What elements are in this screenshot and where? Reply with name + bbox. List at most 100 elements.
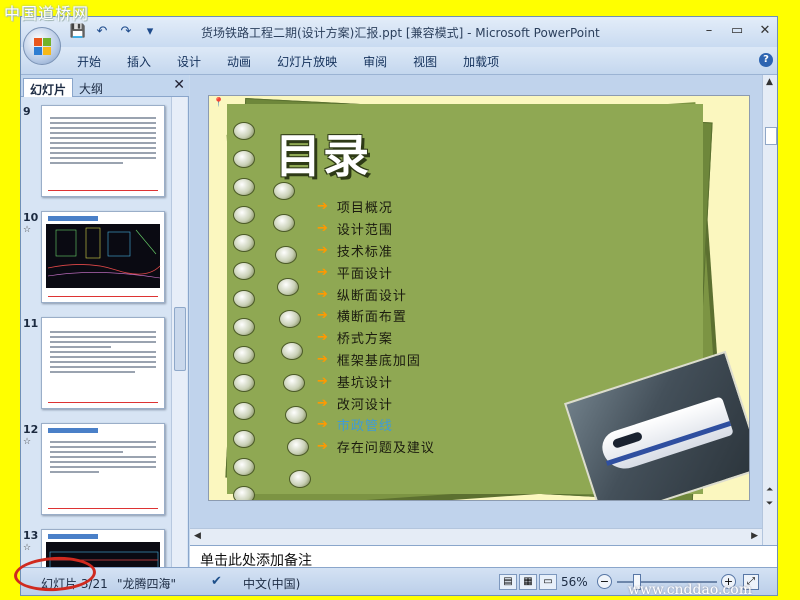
ring-icon bbox=[273, 214, 295, 232]
window-title: 货场铁路工程二期(设计方案)汇报.ppt [兼容模式] - Microsoft … bbox=[201, 26, 600, 40]
orange-arrow-icon: ➔ bbox=[317, 351, 329, 367]
current-slide[interactable]: 📍 目录 ➔ 项目概况 ➔ 设计范围 ➔ 技术标准 ➔ 平面设计 ➔ 纵断面设计… bbox=[208, 95, 750, 501]
toc-item[interactable]: ➔ 存在问题及建议 bbox=[317, 436, 435, 458]
toc-item[interactable]: ➔ 基坑设计 bbox=[317, 370, 435, 392]
toc-item-label: 横断面布置 bbox=[336, 310, 407, 326]
undo-icon[interactable]: ↶ bbox=[93, 24, 111, 40]
orange-arrow-icon: ➔ bbox=[317, 395, 329, 411]
tab-design[interactable]: 设计 bbox=[177, 53, 201, 70]
minimize-button[interactable]: – bbox=[695, 23, 723, 38]
toc-item[interactable]: ➔ 市政管线 bbox=[317, 414, 435, 436]
tab-insert[interactable]: 插入 bbox=[127, 53, 151, 70]
watermark-url: www.cnddao.com bbox=[627, 582, 752, 598]
ring-icon bbox=[277, 278, 299, 296]
toc-item[interactable]: ➔ 技术标准 bbox=[317, 240, 435, 262]
next-slide-icon[interactable]: ⏷ bbox=[766, 499, 773, 509]
toc-item[interactable]: ➔ 桥式方案 bbox=[317, 327, 435, 349]
tab-animations[interactable]: 动画 bbox=[227, 53, 251, 70]
close-button[interactable]: ✕ bbox=[751, 23, 777, 38]
spell-check-icon[interactable]: ✔ bbox=[211, 574, 222, 589]
pane-scroll-thumb[interactable] bbox=[174, 307, 186, 371]
orange-arrow-icon: ➔ bbox=[317, 330, 329, 346]
toc-item[interactable]: ➔ 框架基底加固 bbox=[317, 349, 435, 371]
orange-arrow-icon: ➔ bbox=[317, 417, 329, 433]
close-pane-icon[interactable]: ✕ bbox=[173, 77, 185, 93]
tab-review[interactable]: 审阅 bbox=[363, 53, 387, 70]
office-button[interactable] bbox=[23, 27, 61, 65]
office-logo-icon bbox=[34, 38, 52, 56]
ring-icon bbox=[233, 178, 255, 196]
ring-icon bbox=[275, 246, 297, 264]
ring-icon bbox=[287, 438, 309, 456]
toc-item-label: 市政管线 bbox=[336, 419, 393, 435]
toc-item[interactable]: ➔ 改河设计 bbox=[317, 392, 435, 414]
normal-view-icon[interactable]: ▤ bbox=[499, 574, 517, 590]
tab-slideshow[interactable]: 幻灯片放映 bbox=[277, 53, 337, 70]
orange-arrow-icon: ➔ bbox=[317, 308, 329, 324]
ring-icon bbox=[233, 234, 255, 252]
ring-icon bbox=[233, 150, 255, 168]
ring-icon bbox=[233, 430, 255, 448]
save-icon[interactable]: 💾 bbox=[69, 24, 87, 40]
pane-tab-bar: 幻灯片 大纲 ✕ bbox=[21, 75, 189, 97]
slide-thumbnail[interactable] bbox=[41, 211, 165, 303]
redo-icon[interactable]: ↷ bbox=[117, 24, 135, 40]
ring-icon bbox=[233, 262, 255, 280]
tab-addins[interactable]: 加载项 bbox=[463, 53, 499, 70]
customize-qat-icon[interactable]: ▾ bbox=[141, 24, 159, 40]
toc-item[interactable]: ➔ 横断面布置 bbox=[317, 305, 435, 327]
orange-arrow-icon: ➔ bbox=[317, 242, 329, 258]
slides-pane: 幻灯片 大纲 ✕ 9 10 ☆ 11 12 ☆ 13 ☆ bbox=[21, 75, 189, 595]
help-icon[interactable]: ? bbox=[759, 53, 773, 67]
slide-thumbnail[interactable] bbox=[41, 317, 165, 409]
notes-pane[interactable]: 单击此处添加备注 bbox=[190, 545, 777, 567]
tab-view[interactable]: 视图 bbox=[413, 53, 437, 70]
vertical-scroll-thumb[interactable] bbox=[765, 127, 777, 145]
slide-number: 10 bbox=[23, 211, 39, 224]
orange-arrow-icon: ➔ bbox=[317, 221, 329, 237]
scroll-up-icon[interactable]: ▲ bbox=[766, 77, 773, 87]
pane-scrollbar[interactable] bbox=[171, 97, 187, 567]
toc-item[interactable]: ➔ 项目概况 bbox=[317, 196, 435, 218]
orange-arrow-icon: ➔ bbox=[317, 199, 329, 215]
slide-sorter-icon[interactable]: ▦ bbox=[519, 574, 537, 590]
toc-item[interactable]: ➔ 平面设计 bbox=[317, 261, 435, 283]
toc-item[interactable]: ➔ 纵断面设计 bbox=[317, 283, 435, 305]
ring-icon bbox=[279, 310, 301, 328]
powerpoint-window: 💾 ↶ ↷ ▾ 货场铁路工程二期(设计方案)汇报.ppt [兼容模式] - Mi… bbox=[20, 16, 778, 596]
slideshow-icon[interactable]: ▭ bbox=[539, 574, 557, 590]
scroll-left-icon[interactable]: ◀ bbox=[194, 531, 201, 541]
prev-slide-icon[interactable]: ⏶ bbox=[766, 485, 773, 495]
quick-access-toolbar: 💾 ↶ ↷ ▾ bbox=[69, 24, 159, 40]
orange-arrow-icon: ➔ bbox=[317, 439, 329, 455]
toc-item-label: 桥式方案 bbox=[336, 332, 393, 348]
animation-star-icon: ☆ bbox=[23, 543, 32, 553]
cad-drawing-image bbox=[46, 224, 161, 288]
language-indicator[interactable]: 中文(中国) bbox=[243, 575, 300, 592]
ring-icon bbox=[233, 374, 255, 392]
zoom-level[interactable]: 56% bbox=[561, 575, 588, 589]
zoom-out-icon[interactable]: − bbox=[597, 574, 612, 589]
toc-item[interactable]: ➔ 设计范围 bbox=[317, 218, 435, 240]
animation-star-icon: ☆ bbox=[23, 437, 32, 447]
tab-slides[interactable]: 幻灯片 bbox=[23, 78, 74, 97]
ring-icon bbox=[233, 486, 255, 500]
toc-item-label: 项目概况 bbox=[336, 201, 393, 217]
tab-outline[interactable]: 大纲 bbox=[73, 78, 109, 97]
maximize-button[interactable]: ▭ bbox=[723, 23, 751, 38]
table-of-contents: ➔ 项目概况 ➔ 设计范围 ➔ 技术标准 ➔ 平面设计 ➔ 纵断面设计 ➔ 横断面布置 ➔ 桥式方案 ➔ 框架… bbox=[317, 196, 435, 458]
title-bar: 💾 ↶ ↷ ▾ 货场铁路工程二期(设计方案)汇报.ppt [兼容模式] - Mi… bbox=[21, 17, 777, 47]
slide-number: 9 bbox=[23, 105, 31, 118]
orange-arrow-icon: ➔ bbox=[317, 373, 329, 389]
tab-home[interactable]: 开始 bbox=[77, 53, 101, 70]
ring-icon bbox=[285, 406, 307, 424]
orange-arrow-icon: ➔ bbox=[317, 286, 329, 302]
slide-thumbnail[interactable] bbox=[41, 105, 165, 197]
slide-number: 11 bbox=[23, 317, 39, 330]
horizontal-scrollbar[interactable]: ◀ ▶ bbox=[190, 528, 762, 545]
vertical-scrollbar[interactable]: ▲ ⏶ ⏷ bbox=[762, 75, 777, 545]
scroll-right-icon[interactable]: ▶ bbox=[751, 531, 758, 541]
window-controls: – ▭ ✕ bbox=[695, 23, 777, 38]
pushpin-icon: 📍 bbox=[213, 98, 225, 108]
slide-thumbnail[interactable] bbox=[41, 423, 165, 515]
